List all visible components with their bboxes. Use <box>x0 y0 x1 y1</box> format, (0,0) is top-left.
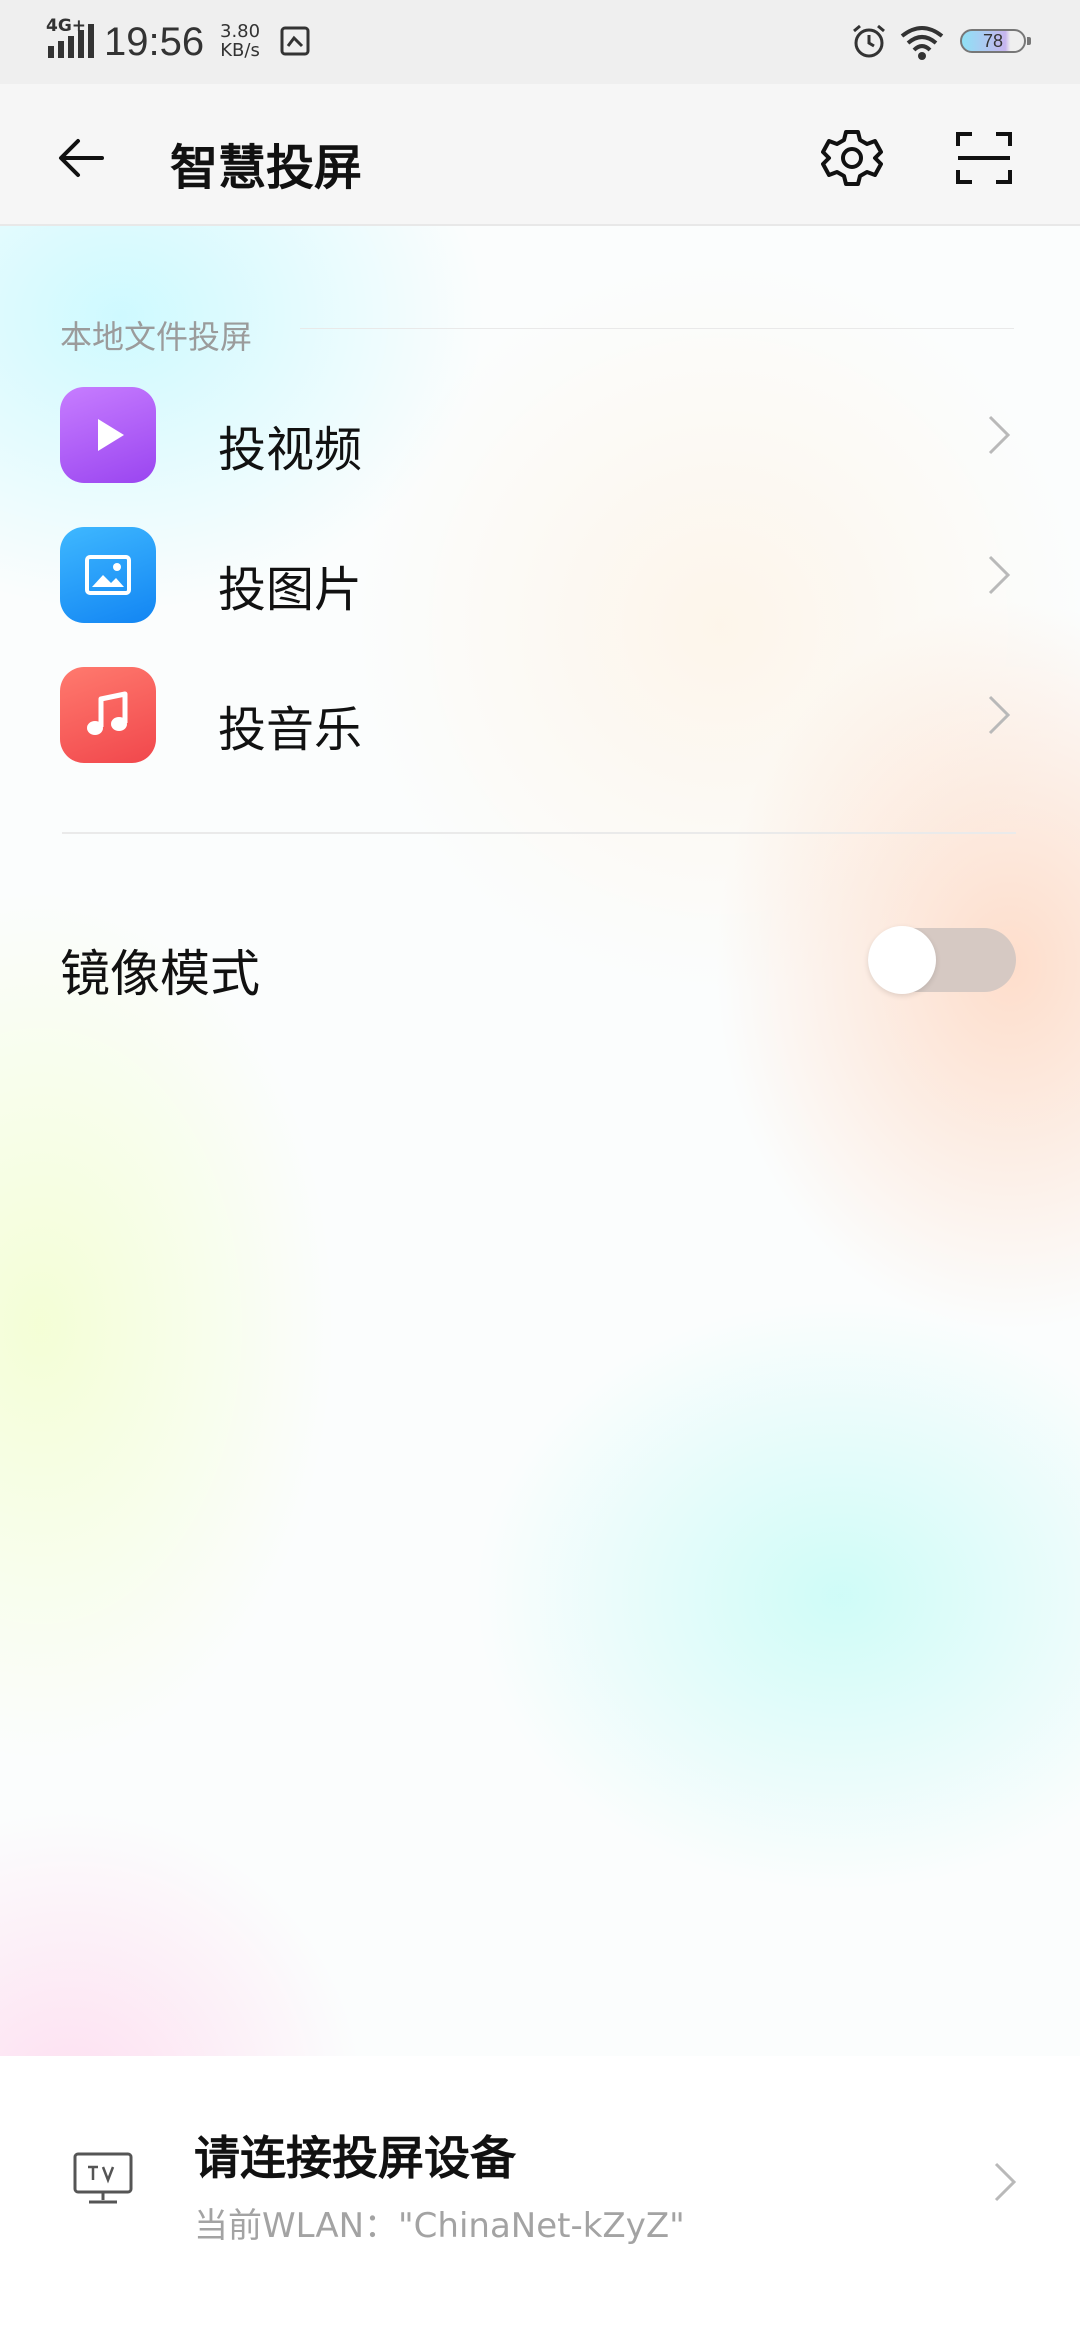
connect-title: 请连接投屏设备 <box>194 2131 516 2185</box>
section-divider <box>300 328 1014 329</box>
chevron-right-icon <box>994 2162 1017 2202</box>
cast-music-label: 投音乐 <box>218 702 363 758</box>
battery-icon: 78 <box>960 29 1031 53</box>
scan-icon[interactable] <box>954 128 1014 188</box>
cast-video-item[interactable]: 投视频 <box>0 370 1080 500</box>
wifi-icon <box>900 26 944 60</box>
tv-icon <box>73 2152 133 2204</box>
mirror-mode-label: 镜像模式 <box>60 945 260 1003</box>
play-icon <box>60 387 156 483</box>
image-icon <box>60 527 156 623</box>
app-bar: 智慧投屏 <box>0 84 1080 226</box>
connect-device-panel[interactable]: 请连接投屏设备 当前WLAN："ChinaNet-kZyZ" <box>0 2056 1080 2340</box>
speed-value: 3.80 <box>220 21 261 42</box>
current-wlan-text: 当前WLAN："ChinaNet-kZyZ" <box>194 2206 685 2246</box>
mirror-mode-toggle[interactable] <box>868 926 1016 994</box>
cast-music-item[interactable]: 投音乐 <box>0 650 1080 780</box>
chevron-right-icon <box>988 555 1011 595</box>
divider <box>62 832 1016 834</box>
status-bar: 4G+ 19:56 3.80 KB/s 78 <box>0 0 1080 84</box>
page-title: 智慧投屏 <box>170 140 363 196</box>
signal-icon <box>48 24 94 58</box>
chevron-right-icon <box>988 695 1011 735</box>
alarm-icon <box>853 24 885 58</box>
chevron-right-icon <box>988 415 1011 455</box>
speed-unit: KB/s <box>220 40 260 61</box>
network-speed: 3.80 KB/s <box>220 22 260 60</box>
page-background <box>0 226 1080 2056</box>
screenshot-icon <box>280 26 310 56</box>
cast-video-label: 投视频 <box>218 422 363 478</box>
back-arrow-icon[interactable] <box>52 128 112 188</box>
cast-image-item[interactable]: 投图片 <box>0 510 1080 640</box>
gear-icon[interactable] <box>820 126 884 190</box>
section-header-local-files: 本地文件投屏 <box>60 318 253 356</box>
music-note-icon <box>60 667 156 763</box>
clock: 19:56 <box>104 20 205 64</box>
toggle-knob <box>868 926 936 994</box>
cast-image-label: 投图片 <box>218 562 363 618</box>
